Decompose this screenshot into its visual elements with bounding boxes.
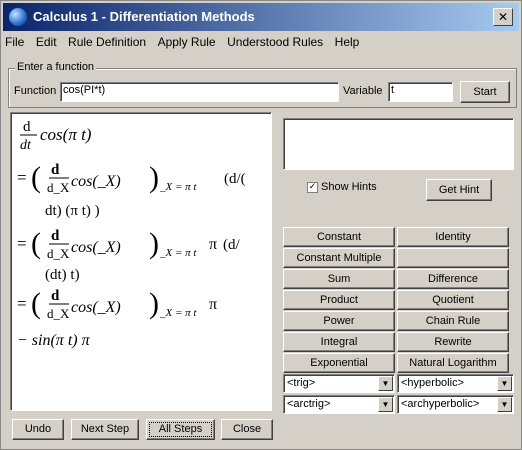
menu-apply-rule[interactable]: Apply Rule (158, 35, 216, 49)
undo-button[interactable]: Undo (12, 419, 64, 440)
rule-integral-button[interactable]: Integral (283, 332, 395, 352)
arctrig-select-value: <arctrig> (287, 398, 331, 410)
rule-product-button[interactable]: Product (283, 290, 395, 310)
chevron-down-icon[interactable]: ▼ (497, 397, 512, 412)
menu-file[interactable]: File (5, 35, 24, 49)
math-cos-X-3: cos(_X) (71, 299, 121, 316)
math-eq-1: = (17, 168, 27, 187)
math-sub-2: _X = π t (159, 247, 197, 259)
math-pi-2: π (209, 236, 217, 253)
menu-edit[interactable]: Edit (36, 35, 57, 49)
math-dt: dt (20, 138, 32, 153)
trig-select-value: <trig> (287, 377, 316, 389)
title-bar: Calculus 1 - Differentiation Methods ✕ (3, 3, 519, 31)
hint-text-area[interactable] (283, 118, 514, 170)
rule-empty-button[interactable] (397, 248, 509, 268)
archyperbolic-select[interactable]: <archyperbolic> ▼ (397, 395, 514, 414)
math-paren-open-3: ( (31, 287, 41, 320)
show-hints-checkbox[interactable]: ✓ (307, 182, 318, 193)
math-eq-2: = (17, 234, 27, 253)
math-dX-1: d_X (47, 180, 70, 195)
math-d-3: d (51, 228, 60, 244)
math-d: d (23, 119, 31, 135)
close-icon[interactable]: ✕ (493, 8, 513, 26)
math-pi-3: π (209, 296, 217, 313)
math-sub-1: _X = π t (159, 181, 197, 193)
rule-difference-button[interactable]: Difference (397, 269, 509, 289)
app-window: Calculus 1 - Differentiation Methods ✕ F… (0, 0, 522, 450)
menu-rule-definition[interactable]: Rule Definition (68, 35, 146, 49)
math-cos-X-1: cos(_X) (71, 173, 121, 190)
math-paren-open-2: ( (31, 227, 41, 260)
rule-constant-button[interactable]: Constant (283, 227, 395, 247)
chevron-down-icon[interactable]: ▼ (378, 397, 393, 412)
show-hints-label: Show Hints (321, 181, 377, 193)
hyperbolic-select[interactable]: <hyperbolic> ▼ (397, 374, 514, 393)
window-title: Calculus 1 - Differentiation Methods (33, 9, 255, 24)
menu-bar: File Edit Rule Definition Apply Rule Und… (5, 35, 367, 53)
math-dt-t: (dt) t) (45, 267, 80, 283)
rule-power-button[interactable]: Power (283, 311, 395, 331)
arctrig-select[interactable]: <arctrig> ▼ (283, 395, 395, 414)
next-step-button[interactable]: Next Step (71, 419, 139, 440)
math-eq-3: = (17, 294, 27, 313)
math-d-2: d (51, 162, 60, 178)
math-cos-pi-t: cos(π t) (40, 125, 92, 144)
math-sub-3: _X = π t (159, 307, 197, 319)
derivation-panel: d dt cos(π t) = ( d d_X cos(_X) ) _X = π… (10, 112, 272, 411)
rule-constant-multiple-button[interactable]: Constant Multiple (283, 248, 395, 268)
math-paren-close-2: ) (149, 227, 159, 260)
rule-identity-button[interactable]: Identity (397, 227, 509, 247)
rule-chain-rule-button[interactable]: Chain Rule (397, 311, 509, 331)
rule-rewrite-button[interactable]: Rewrite (397, 332, 509, 352)
menu-understood-rules[interactable]: Understood Rules (227, 35, 323, 49)
rule-quotient-button[interactable]: Quotient (397, 290, 509, 310)
math-dd-1: (d/( (224, 171, 246, 187)
rule-exponential-button[interactable]: Exponential (283, 353, 395, 373)
close-button[interactable]: Close (221, 419, 273, 440)
math-dX-2: d_X (47, 246, 70, 261)
chevron-down-icon[interactable]: ▼ (378, 376, 393, 391)
math-paren-close-3: ) (149, 287, 159, 320)
derivation-math: d dt cos(π t) = ( d d_X cos(_X) ) _X = π… (17, 119, 246, 349)
math-d-4: d (51, 288, 60, 304)
get-hint-button[interactable]: Get Hint (426, 179, 492, 201)
math-cos-X-2: cos(_X) (71, 239, 121, 256)
archyperbolic-select-value: <archyperbolic> (401, 398, 480, 410)
function-input[interactable]: cos(PI*t) (60, 82, 339, 102)
math-dX-3: d_X (47, 306, 70, 321)
math-final: − sin(π t) π (17, 332, 91, 349)
math-dt-pi-t: dt) (π t) ) (45, 203, 100, 219)
trig-select[interactable]: <trig> ▼ (283, 374, 395, 393)
variable-input[interactable]: t (388, 82, 453, 102)
variable-label: Variable (343, 85, 383, 97)
math-paren-close-1: ) (149, 161, 159, 194)
hyperbolic-select-value: <hyperbolic> (401, 377, 464, 389)
math-paren-open-1: ( (31, 161, 41, 194)
start-button[interactable]: Start (460, 81, 510, 103)
all-steps-button[interactable]: All Steps (146, 419, 215, 440)
rule-sum-button[interactable]: Sum (283, 269, 395, 289)
math-d-slash: (d/ (223, 237, 240, 253)
menu-help[interactable]: Help (335, 35, 360, 49)
enter-function-group-title: Enter a function (15, 61, 97, 73)
function-label: Function (14, 85, 57, 97)
chevron-down-icon[interactable]: ▼ (497, 376, 512, 391)
app-globe-icon (9, 8, 27, 26)
rule-natural-logarithm-button[interactable]: Natural Logarithm (397, 353, 509, 373)
